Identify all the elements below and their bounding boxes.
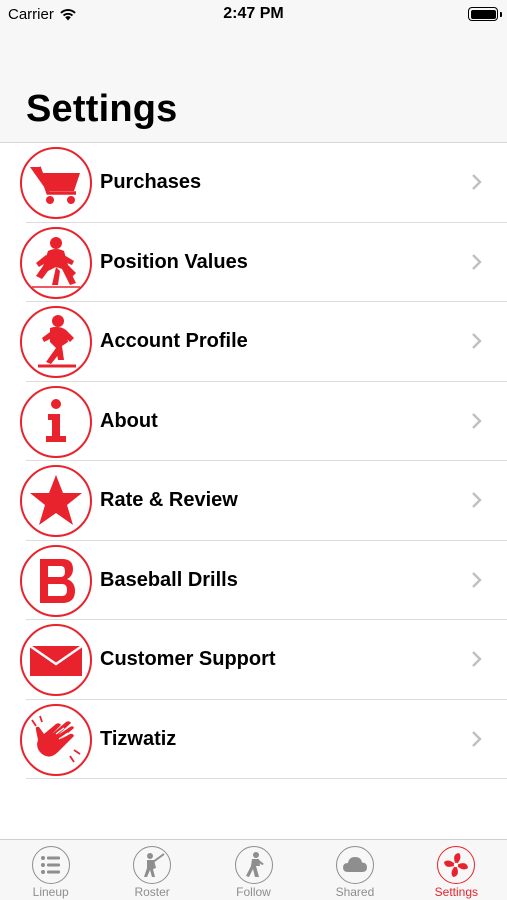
tab-label: Shared: [335, 885, 375, 899]
chevron-right-icon: [472, 333, 482, 349]
settings-row-rate-review[interactable]: Rate & Review: [0, 461, 507, 541]
chevron-right-icon: [472, 730, 482, 747]
settings-pinwheel-icon: [437, 846, 476, 884]
tab-shared[interactable]: Shared: [304, 840, 405, 900]
tab-label: Roster: [134, 885, 170, 899]
row-label: Rate & Review: [100, 489, 238, 511]
tab-label: Settings: [434, 885, 478, 899]
row-label: Customer Support: [100, 648, 276, 670]
pitcher-player-icon: [20, 306, 92, 378]
settings-row-position-values[interactable]: Position Values: [0, 223, 507, 303]
status-bar: Carrier 2:47 PM: [0, 0, 507, 28]
row-label: Baseball Drills: [100, 568, 238, 591]
chevron-right-icon: [472, 492, 482, 508]
chevron-right-icon: [472, 412, 482, 429]
shopping-cart-icon: [20, 147, 92, 219]
settings-row-purchases[interactable]: Purchases: [0, 143, 507, 223]
status-time: 2:47 PM: [223, 5, 284, 22]
info-icon: [20, 385, 92, 458]
cloud-icon: [335, 846, 374, 884]
settings-list: Purchases Position Values Account Profil…: [0, 143, 507, 779]
runner-icon: [234, 846, 273, 884]
settings-row-about[interactable]: About: [0, 382, 507, 462]
waving-hand-icon: [20, 703, 92, 776]
row-label: About: [100, 409, 158, 432]
page-title: Settings: [26, 88, 178, 130]
chevron-right-icon: [472, 571, 482, 588]
row-label: Tizwatiz: [100, 727, 177, 750]
chevron-right-icon: [472, 651, 482, 667]
battery-icon: [468, 7, 502, 21]
row-label: Position Values: [100, 250, 248, 273]
settings-row-tizwatiz[interactable]: Tizwatiz: [0, 700, 507, 780]
batter-icon: [133, 846, 172, 884]
row-label: Purchases: [100, 171, 202, 193]
settings-row-account-profile[interactable]: Account Profile: [0, 302, 507, 382]
chevron-right-icon: [472, 253, 482, 270]
chevron-right-icon: [472, 174, 482, 190]
settings-row-baseball-drills[interactable]: Baseball Drills: [0, 541, 507, 621]
row-label: Account Profile: [100, 330, 248, 352]
list-icon: [31, 846, 70, 884]
tab-settings[interactable]: Settings: [406, 840, 507, 900]
envelope-icon: [20, 624, 92, 696]
tab-lineup[interactable]: Lineup: [0, 840, 101, 900]
infielder-player-icon: [20, 226, 92, 299]
settings-row-customer-support[interactable]: Customer Support: [0, 620, 507, 700]
tab-roster[interactable]: Roster: [101, 840, 202, 900]
navigation-header: Settings: [0, 28, 507, 143]
tab-bar: Lineup Roster Follow Shared Settings: [0, 839, 507, 900]
letter-b-icon: [20, 544, 92, 617]
star-icon: [20, 465, 92, 537]
tab-label: Follow: [236, 885, 271, 899]
tab-follow[interactable]: Follow: [203, 840, 304, 900]
tab-label: Lineup: [32, 885, 69, 899]
